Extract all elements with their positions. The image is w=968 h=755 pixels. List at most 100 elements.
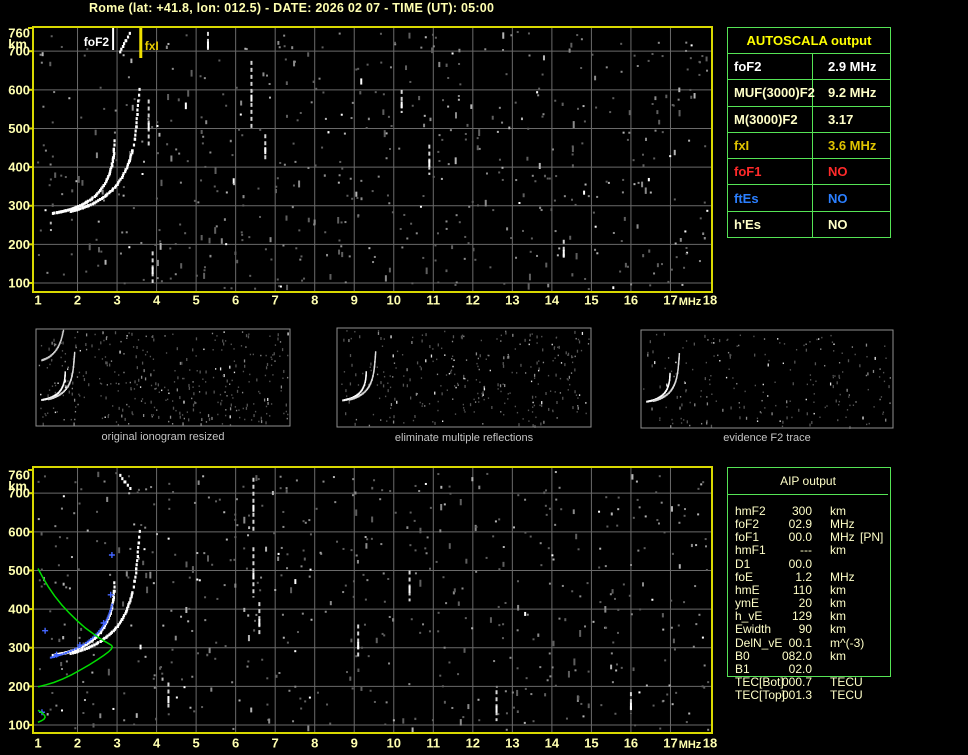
noise-dot [526, 156, 529, 161]
noise-dot [518, 202, 521, 205]
noise-dot [581, 142, 584, 145]
noise-dot [525, 677, 528, 680]
noise-dot [352, 580, 355, 583]
x-tick-label: 2 [74, 735, 81, 750]
noise-dot [605, 66, 608, 69]
noise-dot [431, 33, 434, 36]
noise-dot [351, 687, 354, 690]
noise-dot [170, 155, 173, 162]
aip-note: [PN] [860, 530, 884, 545]
noise-dot [279, 487, 282, 490]
noise-dot [155, 533, 158, 536]
noise-dot [458, 221, 461, 224]
rfi-streak-core [151, 267, 154, 275]
noise-dot [594, 225, 597, 228]
noise-dot [455, 281, 458, 284]
noise-dot [644, 137, 647, 141]
noise-dot [66, 574, 69, 577]
noise-dot [61, 667, 64, 670]
noise-dot [70, 253, 73, 256]
noise-dot [498, 106, 501, 109]
noise-dot [587, 287, 590, 290]
noise-dot [351, 101, 354, 104]
noise-dot [633, 183, 636, 186]
noise-dot [516, 31, 519, 34]
noise-dot [298, 180, 301, 188]
noise-dot [300, 255, 303, 258]
noise-dot [553, 199, 556, 202]
autoscala-value: 3.6 MHz [828, 137, 877, 153]
noise-dot [451, 245, 454, 250]
noise-dot [360, 179, 363, 182]
noise-dot [362, 573, 365, 576]
noise-dot [280, 574, 283, 577]
noise-dot [406, 526, 409, 529]
noise-dot [537, 633, 540, 637]
noise-dot [103, 107, 106, 110]
noise-dot [236, 524, 239, 527]
noise-dot [294, 160, 297, 163]
noise-dot [392, 719, 395, 722]
x-tick-label: 11 [426, 735, 440, 750]
noise-dot [380, 543, 383, 546]
noise-dot [429, 117, 432, 122]
noise-dot [697, 487, 700, 490]
noise-dot [701, 55, 704, 58]
noise-dot [642, 254, 645, 258]
thumbnail-1 [336, 327, 592, 428]
noise-dot [158, 132, 161, 137]
noise-dot [204, 596, 207, 599]
aip-param: B0 [735, 648, 750, 663]
aip-unit: km [830, 582, 846, 597]
noise-dot [158, 229, 161, 232]
noise-dot [50, 35, 53, 38]
noise-dot [577, 697, 580, 700]
noise-dot [307, 217, 310, 223]
noise-dot [571, 145, 574, 148]
noise-dot [238, 128, 241, 131]
noise-dot [705, 56, 708, 62]
noise-dot [127, 76, 130, 79]
noise-dot [175, 696, 178, 699]
noise-dot [247, 614, 250, 617]
autoscala-value: NO [828, 164, 848, 180]
noise-dot [49, 163, 52, 166]
noise-dot [234, 518, 237, 521]
noise-dot [454, 112, 457, 119]
noise-dot [350, 549, 353, 552]
noise-dot [445, 227, 448, 230]
noise-dot [543, 491, 546, 495]
noise-dot [474, 258, 477, 261]
x-tick-label: 5 [192, 292, 199, 307]
noise-dot [218, 498, 221, 501]
noise-dot [476, 145, 479, 151]
noise-dot [162, 624, 165, 627]
noise-dot [46, 713, 49, 716]
noise-dot [549, 675, 552, 678]
noise-dot [471, 627, 474, 630]
noise-dot [307, 52, 310, 57]
noise-dot [555, 175, 558, 178]
noise-dot [406, 237, 409, 240]
autoscala-row-foF1: foF1 NO [728, 158, 890, 185]
noise-dot [51, 155, 54, 158]
noise-dot [492, 535, 495, 538]
noise-dot [448, 485, 451, 488]
noise-dot [259, 215, 262, 218]
noise-dot [436, 232, 439, 235]
noise-dot [387, 115, 390, 118]
noise-dot [410, 222, 413, 225]
noise-dot [577, 107, 580, 110]
noise-dot [472, 247, 475, 252]
noise-dot [555, 498, 558, 501]
noise-dot [704, 545, 707, 548]
noise-dot [647, 177, 650, 182]
noise-dot [365, 543, 368, 549]
noise-dot [256, 581, 259, 584]
noise-dot [357, 215, 360, 218]
noise-dot [133, 98, 136, 101]
noise-dot [286, 641, 289, 644]
noise-dot [288, 689, 291, 692]
noise-dot [622, 178, 625, 181]
noise-dot [382, 93, 385, 96]
